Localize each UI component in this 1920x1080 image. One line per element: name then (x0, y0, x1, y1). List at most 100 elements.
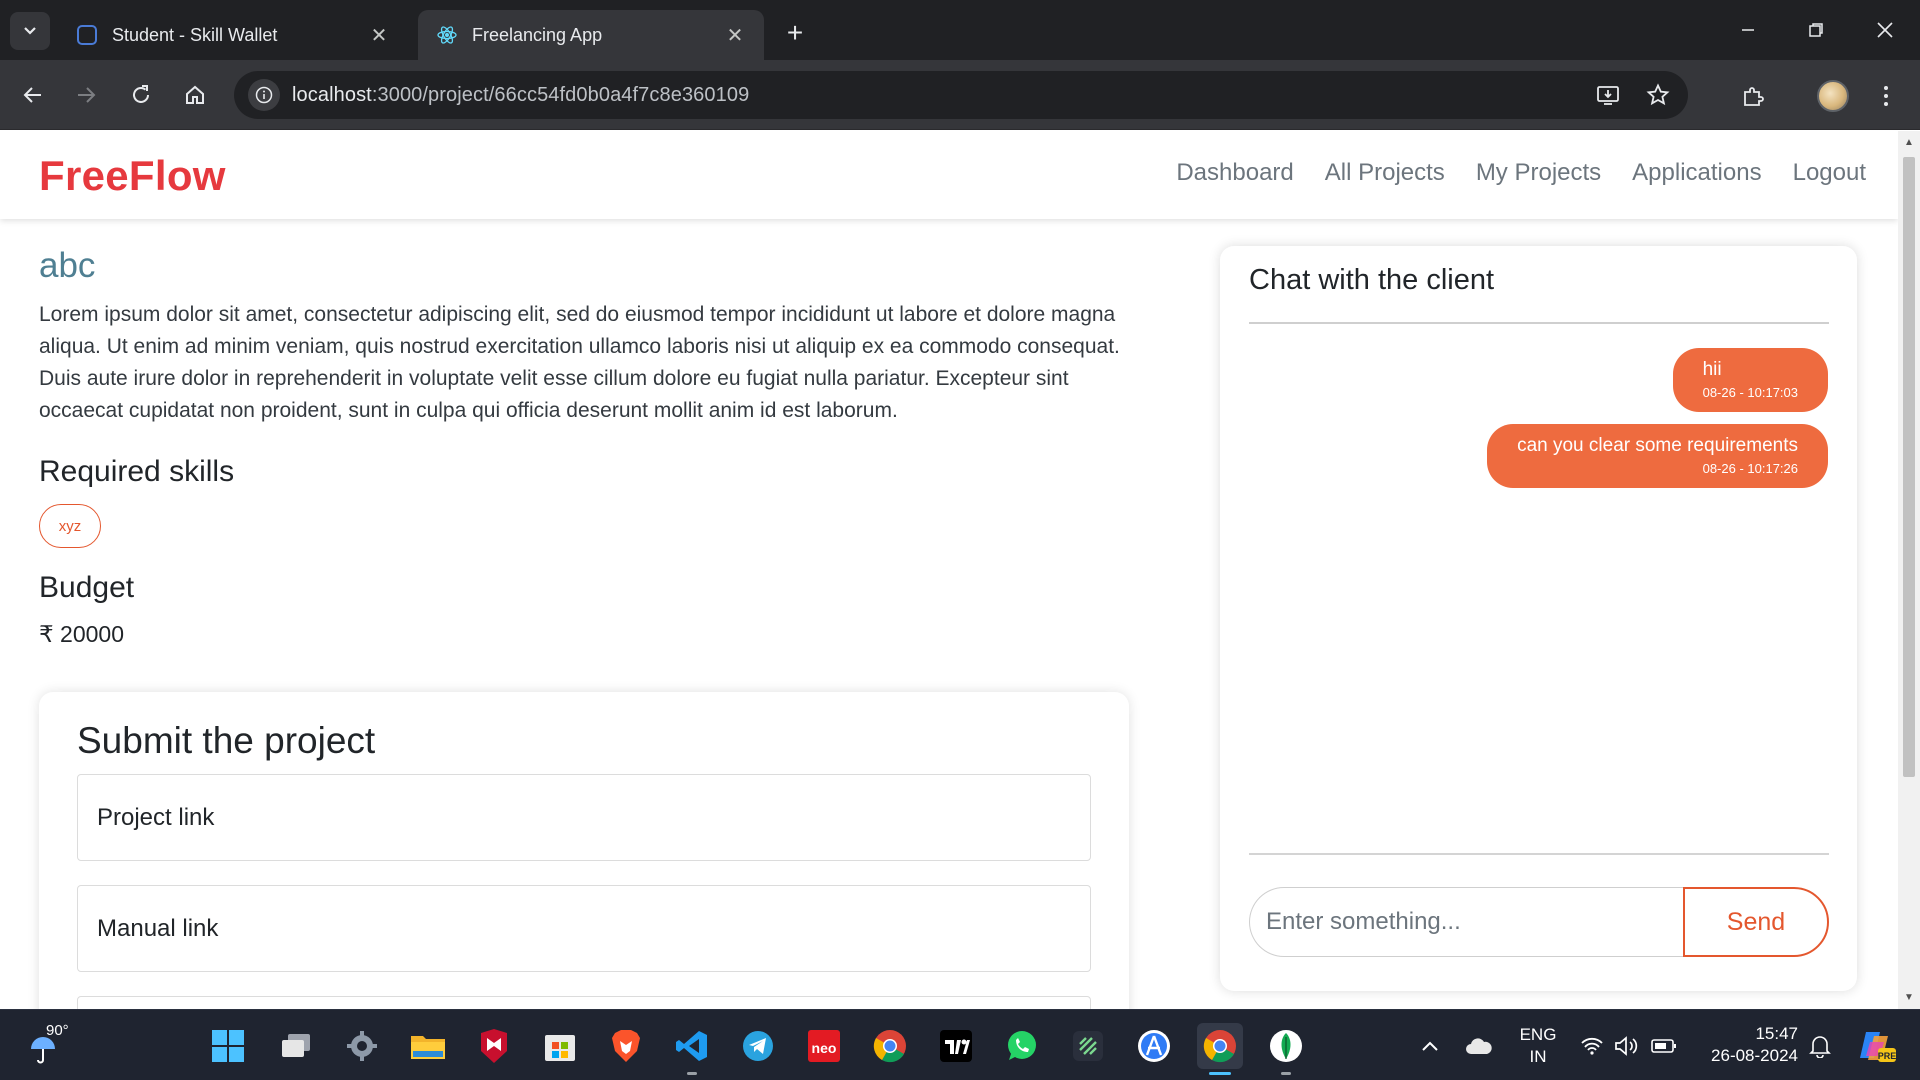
submit-title: Submit the project (77, 720, 376, 761)
linear-app-icon[interactable] (1065, 1023, 1111, 1069)
url-host: localhost (292, 83, 372, 106)
install-app-icon[interactable] (1592, 79, 1624, 111)
app-navbar: FreeFlow Dashboard All Projects My Proje… (0, 131, 1898, 219)
telegram-icon[interactable] (735, 1023, 781, 1069)
bookmark-star-icon[interactable] (1642, 79, 1674, 111)
extensions-puzzle-icon[interactable] (1735, 78, 1771, 114)
project-description: Lorem ipsum dolor sit amet, consectetur … (39, 303, 1120, 422)
send-button[interactable]: Send (1683, 887, 1829, 957)
clock[interactable]: 15:47 26-08-2024 (1696, 1023, 1798, 1067)
input-language[interactable]: ENG IN (1510, 1024, 1566, 1068)
settings-gear-icon[interactable] (339, 1023, 385, 1069)
skill-wallet-favicon-icon (76, 24, 98, 46)
minimize-window-icon[interactable] (1723, 10, 1773, 50)
message-text: can you clear some requirements (1517, 435, 1798, 456)
close-window-icon[interactable] (1860, 10, 1910, 50)
start-windows-icon[interactable] (205, 1023, 251, 1069)
site-info-icon[interactable] (248, 79, 280, 111)
chat-divider (1249, 853, 1829, 855)
chrome-browser-active-icon[interactable] (1197, 1023, 1243, 1075)
required-skills-heading: Required skills (39, 455, 235, 488)
url-path: :3000/project/66cc54fd0b0a4f7c8e360109 (371, 83, 750, 106)
message-time: 08-26 - 10:17:03 (1702, 385, 1798, 400)
volume-speaker-icon[interactable] (1613, 1032, 1641, 1060)
running-indicator (687, 1072, 697, 1075)
wifi-icon[interactable] (1578, 1032, 1606, 1060)
tab-title: Freelancing App (472, 24, 603, 45)
mongodb-compass-icon[interactable] (1263, 1023, 1309, 1075)
battery-icon[interactable] (1650, 1032, 1678, 1060)
nav-applications[interactable]: Applications (1632, 159, 1761, 187)
microsoft-store-icon[interactable] (537, 1023, 583, 1069)
project-title: abc (39, 246, 96, 285)
onedrive-cloud-icon[interactable] (1465, 1032, 1493, 1060)
nav-logout[interactable]: Logout (1793, 159, 1866, 187)
home-icon[interactable] (176, 76, 214, 114)
back-arrow-icon[interactable] (14, 76, 52, 114)
url-text[interactable]: localhost:3000/project/66cc54fd0b0a4f7c8… (292, 84, 749, 107)
tradingview-icon[interactable] (933, 1023, 979, 1069)
chat-message: can you clear some requirements 08-26 - … (1487, 424, 1828, 488)
restore-window-icon[interactable] (1791, 10, 1841, 50)
more-menu-icon[interactable] (1868, 78, 1904, 114)
browser-tab-bar: Student - Skill Wallet ✕ Freelancing App… (0, 0, 1920, 60)
address-bar[interactable]: localhost:3000/project/66cc54fd0b0a4f7c8… (234, 71, 1688, 119)
brave-browser-icon[interactable] (603, 1023, 649, 1069)
nav-dashboard[interactable]: Dashboard (1176, 159, 1293, 187)
reload-icon[interactable] (122, 76, 160, 114)
clock-date: 26-08-2024 (1711, 1046, 1798, 1065)
brand-logo[interactable]: FreeFlow (39, 152, 226, 200)
nav-links: Dashboard All Projects My Projects Appli… (1176, 159, 1866, 187)
manual-link-input[interactable] (77, 885, 1091, 972)
react-favicon-icon (436, 24, 458, 46)
show-hidden-icons-chevron-up-icon[interactable] (1416, 1032, 1444, 1060)
new-tab-button[interactable]: + (778, 16, 812, 50)
copilot-icon[interactable]: PRE (1857, 1026, 1897, 1066)
close-tab-icon[interactable]: ✕ (368, 24, 390, 47)
page-scrollbar[interactable]: ▲ ▼ (1898, 131, 1920, 1009)
profile-avatar[interactable] (1817, 80, 1849, 112)
task-view-icon[interactable] (273, 1023, 319, 1069)
chat-panel: Chat with the client hii 08-26 - 10:17:0… (1220, 246, 1857, 991)
weather-temp: 90° (46, 1022, 69, 1039)
chat-title: Chat with the client (1249, 264, 1495, 296)
scroll-up-arrow-icon[interactable]: ▲ (1903, 136, 1915, 148)
running-indicator (1281, 1072, 1291, 1075)
message-text: hii (1702, 359, 1722, 380)
tab-search-button[interactable] (10, 12, 50, 50)
file-explorer-folder-icon[interactable] (405, 1023, 451, 1069)
browser-toolbar: localhost:3000/project/66cc54fd0b0a4f7c8… (0, 60, 1920, 130)
scroll-down-arrow-icon[interactable]: ▼ (1903, 991, 1915, 1003)
budget-value: ₹ 20000 (39, 621, 124, 647)
mcafee-shield-icon[interactable] (471, 1023, 517, 1069)
chat-message: hii 08-26 - 10:17:03 (1672, 348, 1828, 412)
forward-arrow-icon[interactable] (67, 76, 105, 114)
running-indicator (1209, 1072, 1231, 1075)
language-region: IN (1529, 1047, 1547, 1066)
page-viewport: FreeFlow Dashboard All Projects My Proje… (0, 131, 1898, 1009)
tab-title: Student - Skill Wallet (112, 24, 278, 45)
nav-all-projects[interactable]: All Projects (1325, 159, 1445, 187)
language-code: ENG (1519, 1025, 1557, 1044)
close-tab-icon[interactable]: ✕ (724, 24, 746, 47)
windows-taskbar: 90° neo ENG IN 15:47 26-08-2024 PRE (0, 1009, 1920, 1080)
neo-app-icon[interactable]: neo (801, 1023, 847, 1069)
project-link-input[interactable] (77, 774, 1091, 861)
additional-input[interactable] (77, 996, 1091, 1009)
submit-project-card: Submit the project (39, 692, 1129, 1009)
nav-my-projects[interactable]: My Projects (1476, 159, 1601, 187)
chat-message-input[interactable] (1249, 887, 1683, 957)
clock-time: 15:47 (1755, 1024, 1798, 1043)
whatsapp-icon[interactable] (999, 1023, 1045, 1069)
chrome-browser-icon[interactable] (867, 1023, 913, 1069)
notifications-bell-icon[interactable] (1806, 1032, 1834, 1060)
svg-text:neo: neo (812, 1040, 837, 1056)
chevron-down-icon (24, 27, 36, 35)
vscode-icon[interactable] (669, 1023, 715, 1075)
tab-student-skill-wallet[interactable]: Student - Skill Wallet ✕ (58, 10, 408, 60)
tab-freelancing-app[interactable]: Freelancing App ✕ (418, 10, 764, 60)
app-store-icon[interactable] (1131, 1023, 1177, 1069)
weather-widget[interactable]: 90° (24, 1022, 84, 1068)
scrollbar-thumb[interactable] (1903, 157, 1915, 777)
chat-divider (1249, 322, 1829, 324)
